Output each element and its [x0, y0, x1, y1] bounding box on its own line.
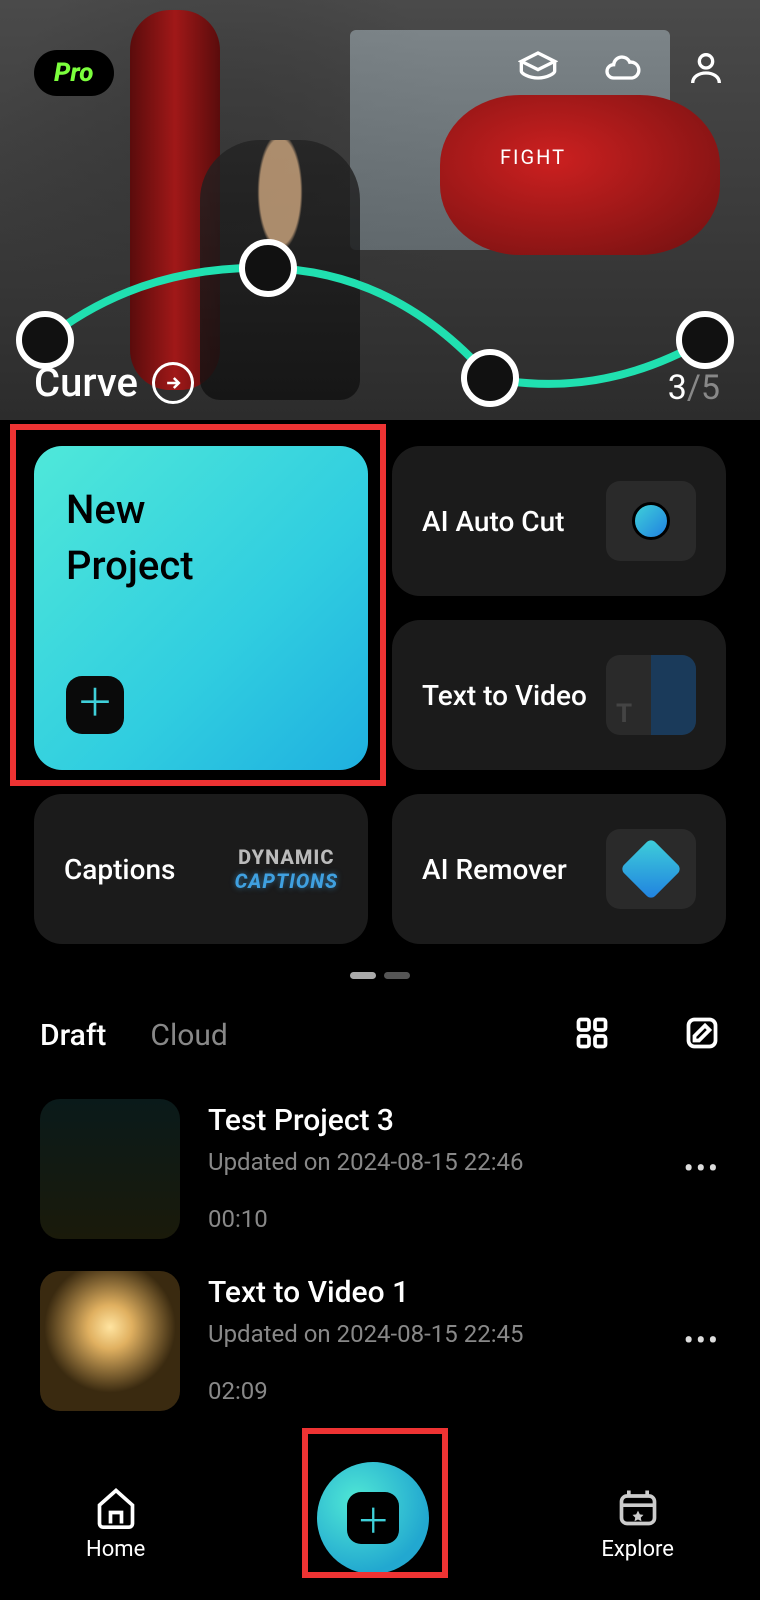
nav-home-label: Home [86, 1537, 145, 1562]
draft-title: Text to Video 1 [208, 1275, 720, 1310]
draft-duration: 00:10 [208, 1205, 720, 1239]
tile-text-to-video-label: Text to Video [422, 679, 587, 712]
hero-boxer [200, 140, 360, 400]
arrow-right-icon[interactable] [152, 362, 194, 404]
draft-subtitle: Updated on 2024-08-15 22:46 [208, 1148, 720, 1176]
nav-home[interactable]: Home [86, 1485, 145, 1562]
tile-new-project-label: New Project [66, 482, 194, 594]
tile-ai-auto-cut[interactable]: AI Auto Cut [392, 446, 726, 596]
draft-item[interactable]: Test Project 3 Updated on 2024-08-15 22:… [40, 1083, 720, 1255]
grid-view-icon[interactable] [574, 1015, 610, 1055]
tiles-pager [0, 944, 760, 1015]
tile-captions-label: Captions [64, 853, 175, 886]
tutorial-icon[interactable] [518, 48, 558, 92]
draft-title: Test Project 3 [208, 1103, 720, 1138]
plus-icon: ＋ [66, 676, 124, 734]
action-tiles: New Project ＋ AI Auto Cut Text to Video … [0, 420, 760, 944]
tile-text-to-video[interactable]: Text to Video [392, 620, 726, 770]
edit-icon[interactable] [684, 1015, 720, 1055]
draft-item[interactable]: Text to Video 1 Updated on 2024-08-15 22… [40, 1255, 720, 1427]
dynamic-captions-icon: DYNAMIC CAPTIONS [235, 845, 338, 893]
profile-icon[interactable] [686, 48, 726, 92]
nav-explore[interactable]: Explore [601, 1485, 674, 1562]
draft-list: Test Project 3 Updated on 2024-08-15 22:… [0, 1055, 760, 1427]
hero-banner[interactable]: Pro Curve 3/5 [0, 0, 760, 420]
hero-title: Curve [34, 359, 138, 406]
hero-title-row: Curve [34, 359, 194, 406]
tile-ai-remover-label: AI Remover [422, 853, 567, 886]
drafts-toolbar: Draft Cloud [0, 1015, 760, 1055]
text-to-video-icon [606, 655, 696, 735]
tab-cloud[interactable]: Cloud [150, 1018, 227, 1053]
hero-fight-bag [440, 95, 720, 255]
tile-new-project[interactable]: New Project ＋ [34, 446, 368, 770]
draft-thumbnail [40, 1271, 180, 1411]
pro-badge[interactable]: Pro [34, 50, 114, 96]
ai-auto-cut-icon [606, 481, 696, 561]
draft-duration: 02:09 [208, 1377, 720, 1411]
tile-ai-remover[interactable]: AI Remover [392, 794, 726, 944]
draft-thumbnail [40, 1099, 180, 1239]
bottom-nav: Home ＋ Explore [0, 1446, 760, 1600]
tile-ai-auto-cut-label: AI Auto Cut [422, 505, 564, 538]
tile-captions[interactable]: Captions DYNAMIC CAPTIONS [34, 794, 368, 944]
ai-remover-icon [606, 829, 696, 909]
cloud-icon[interactable] [602, 48, 642, 92]
draft-subtitle: Updated on 2024-08-15 22:45 [208, 1320, 720, 1348]
more-icon[interactable]: ••• [684, 1324, 720, 1359]
tab-draft[interactable]: Draft [40, 1018, 106, 1053]
nav-explore-label: Explore [601, 1537, 674, 1562]
page-total: /5 [687, 368, 720, 408]
hero-page-indicator: 3/5 [668, 368, 720, 408]
page-current: 3 [668, 368, 687, 408]
plus-icon: ＋ [347, 1492, 399, 1544]
nav-create-button[interactable]: ＋ [317, 1462, 429, 1574]
more-icon[interactable]: ••• [684, 1152, 720, 1187]
